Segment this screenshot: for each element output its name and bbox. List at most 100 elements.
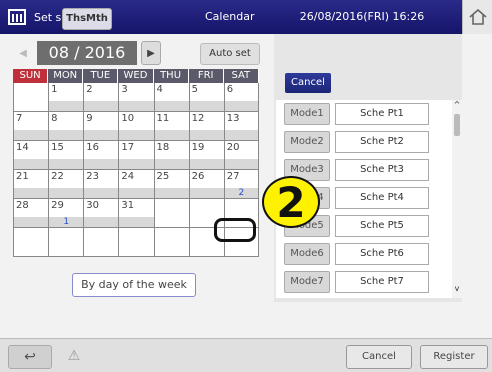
day-pattern	[49, 101, 84, 111]
calendar-day-cell[interactable]: 24	[118, 170, 154, 199]
schedule-pattern-button[interactable]: Sche Pt4	[335, 187, 429, 209]
day-pattern	[119, 101, 154, 111]
calendar-day-cell[interactable]: 16	[83, 141, 119, 170]
day-pattern	[189, 246, 224, 256]
weekday-mon: MON	[48, 69, 84, 83]
schedule-pattern-button[interactable]: Sche Pt5	[335, 215, 429, 237]
calendar-day-cell[interactable]: 28	[13, 199, 49, 228]
schedule-pattern-button[interactable]: Sche Pt7	[335, 271, 429, 293]
day-pattern	[189, 130, 224, 140]
month-navigator: ◀ 08 / 2016 ▶	[13, 40, 161, 66]
day-pattern	[119, 246, 154, 256]
calendar-day-cell[interactable]: 31	[118, 199, 154, 228]
mode-row: Mode6 Sche Pt6	[276, 240, 452, 268]
day-pattern	[224, 101, 258, 111]
this-month-button[interactable]: ThsMth	[62, 8, 112, 30]
mode-button[interactable]: Mode7	[284, 271, 330, 293]
warning-button[interactable]: ⚠	[56, 345, 92, 369]
calendar-week: 7 8 9 10 11 12 13	[13, 112, 259, 141]
scroll-down-icon[interactable]: v	[452, 284, 462, 294]
home-button[interactable]	[462, 0, 492, 34]
cancel-mode-button[interactable]: Cancel	[285, 73, 331, 93]
calendar-day-cell[interactable]: 30	[83, 199, 119, 228]
calendar-day-cell[interactable]: 5	[188, 83, 224, 112]
month-label: 08 / 2016	[37, 41, 137, 65]
calendar-day-cell	[153, 228, 189, 257]
calendar-day-cell[interactable]: 19	[188, 141, 224, 170]
calendar-day-cell[interactable]: 10	[118, 112, 154, 141]
day-pattern	[14, 101, 49, 111]
calendar-day-cell[interactable]: 4	[153, 83, 189, 112]
next-month-button[interactable]: ▶	[141, 41, 161, 65]
calendar-day-cell[interactable]: 8	[48, 112, 84, 141]
day-pattern	[154, 101, 189, 111]
calendar-day-cell[interactable]: 1	[48, 83, 84, 112]
schedule-pattern-button[interactable]: Sche Pt6	[335, 243, 429, 265]
calendar-day-cell[interactable]: 26	[188, 170, 224, 199]
day-number: 14	[16, 142, 29, 153]
calendar-day-cell[interactable]: 27 2	[223, 170, 259, 199]
calendar-day-cell[interactable]: 29 1	[48, 199, 84, 228]
day-number: 22	[51, 171, 64, 182]
calendar-day-cell[interactable]: 7	[13, 112, 49, 141]
schedule-pattern-button[interactable]: Sche Pt1	[335, 103, 429, 125]
schedule-pattern-button[interactable]: Sche Pt3	[335, 159, 429, 181]
day-pattern	[154, 159, 189, 169]
day-pattern	[224, 246, 258, 256]
mode-button[interactable]: Mode6	[284, 243, 330, 265]
day-number: 25	[156, 171, 170, 182]
calendar-day-cell	[118, 228, 154, 257]
day-pattern	[224, 130, 258, 140]
weekday-fri: FRI	[188, 69, 224, 83]
auto-set-button[interactable]: Auto set	[200, 43, 260, 65]
calendar-day-cell[interactable]: 21	[13, 170, 49, 199]
day-pattern	[119, 188, 154, 198]
calendar-day-cell[interactable]: 11	[153, 112, 189, 141]
cancel-button[interactable]: Cancel	[346, 345, 412, 369]
day-number: 10	[121, 113, 135, 124]
calendar-day-cell[interactable]: 15	[48, 141, 84, 170]
calendar-day-cell[interactable]: 13	[223, 112, 259, 141]
day-pattern	[84, 246, 119, 256]
calendar-day-cell[interactable]: 9	[83, 112, 119, 141]
schedule-pattern-button[interactable]: Sche Pt2	[335, 131, 429, 153]
calendar-day-cell[interactable]: 20	[223, 141, 259, 170]
by-day-of-week-button[interactable]: By day of the week	[72, 273, 196, 297]
day-pattern	[49, 130, 84, 140]
calendar-day-cell	[153, 199, 189, 228]
day-number: 9	[86, 113, 93, 124]
day-number: 3	[121, 84, 128, 95]
weekday-wed: WED	[118, 69, 154, 83]
home-icon	[468, 9, 487, 25]
calendar-day-cell[interactable]: 18	[153, 141, 189, 170]
mode-button[interactable]: Mode2	[284, 131, 330, 153]
calendar-day-cell[interactable]: 25	[153, 170, 189, 199]
day-pattern	[14, 246, 49, 256]
day-pattern: 1	[49, 217, 84, 227]
calendar-day-cell[interactable]: 14	[13, 141, 49, 170]
previous-month-button[interactable]: ◀	[13, 41, 33, 65]
datetime-display: 26/08/2016(FRI) 16:26	[262, 0, 462, 34]
calendar-day-cell[interactable]: 12	[188, 112, 224, 141]
day-number: 24	[121, 171, 135, 182]
calendar-day-cell[interactable]: 3	[118, 83, 154, 112]
day-pattern	[14, 188, 49, 198]
day-pattern	[189, 188, 224, 198]
calendar-day-cell	[48, 228, 84, 257]
scroll-up-icon[interactable]: ^	[452, 100, 462, 110]
scroll-thumb[interactable]	[454, 114, 460, 136]
mode-button[interactable]: Mode1	[284, 103, 330, 125]
register-button[interactable]: Register	[420, 345, 488, 369]
day-number: 2	[86, 84, 93, 95]
mode-row: Mode7 Sche Pt7	[276, 268, 452, 296]
calendar-day-cell[interactable]: 23	[83, 170, 119, 199]
calendar-day-cell[interactable]: 17	[118, 141, 154, 170]
calendar-day-cell[interactable]: 2	[83, 83, 119, 112]
weekday-thu: THU	[153, 69, 189, 83]
calendar-day-cell[interactable]: 6	[223, 83, 259, 112]
calendar-day-cell[interactable]: 22	[48, 170, 84, 199]
day-pattern	[14, 217, 49, 227]
back-button[interactable]: ↩	[8, 345, 52, 369]
day-number: 4	[156, 84, 163, 95]
calendar-day-cell	[13, 83, 49, 112]
